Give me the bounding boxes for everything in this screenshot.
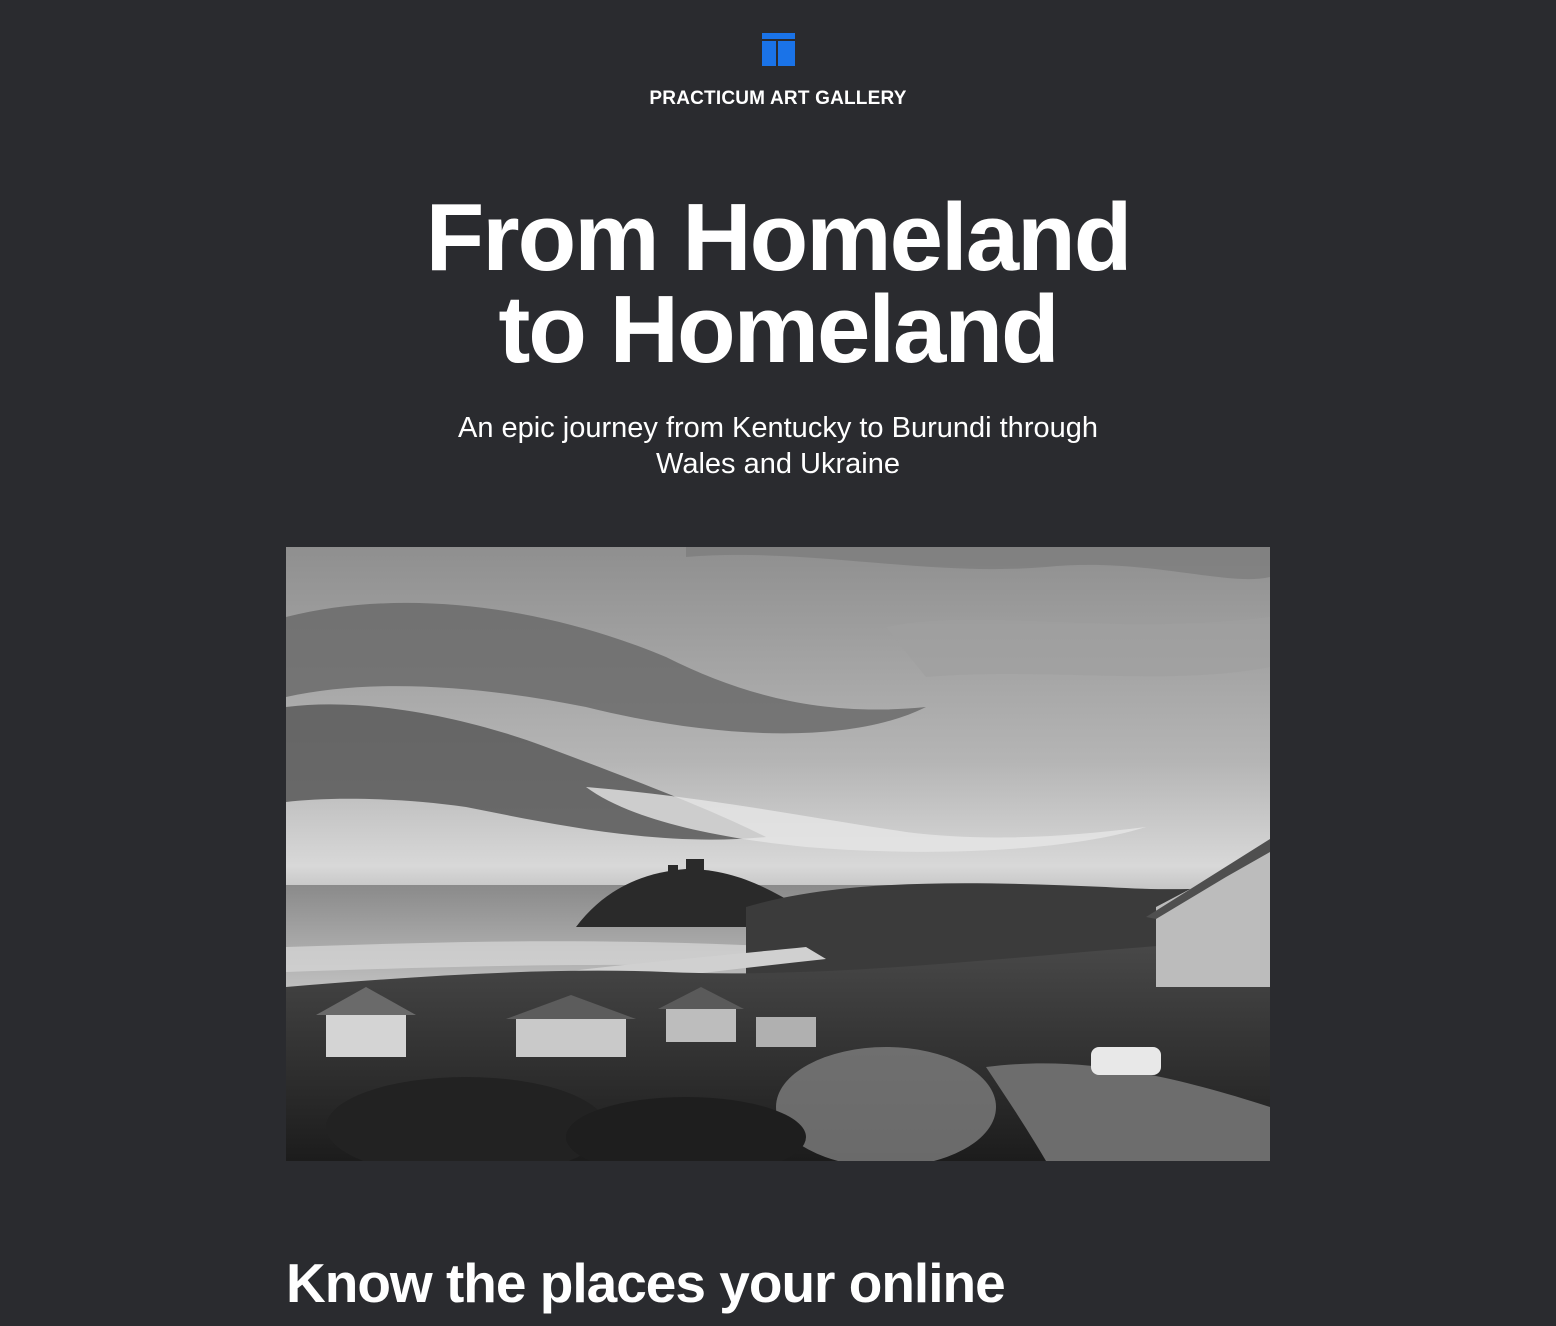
section-heading: Know the places your online xyxy=(286,1252,1006,1314)
page-title: From Homeland to Homeland xyxy=(0,184,1556,383)
site-header: PRACTICUM ART GALLERY xyxy=(0,33,1556,110)
hero-photo xyxy=(286,547,1270,1161)
gallery-logo-icon[interactable] xyxy=(761,33,795,66)
page-title-line-2: to Homeland xyxy=(498,276,1059,383)
page-subtitle-line-2: Wales and Ukraine xyxy=(656,448,900,480)
page-title-line-1: From Homeland xyxy=(425,184,1133,291)
page-subtitle: An epic journey from Kentucky to Burundi… xyxy=(400,410,1156,482)
brand-name[interactable]: PRACTICUM ART GALLERY xyxy=(0,88,1556,110)
page-subtitle-line-1: An epic journey from Kentucky to Burundi… xyxy=(458,412,1098,444)
